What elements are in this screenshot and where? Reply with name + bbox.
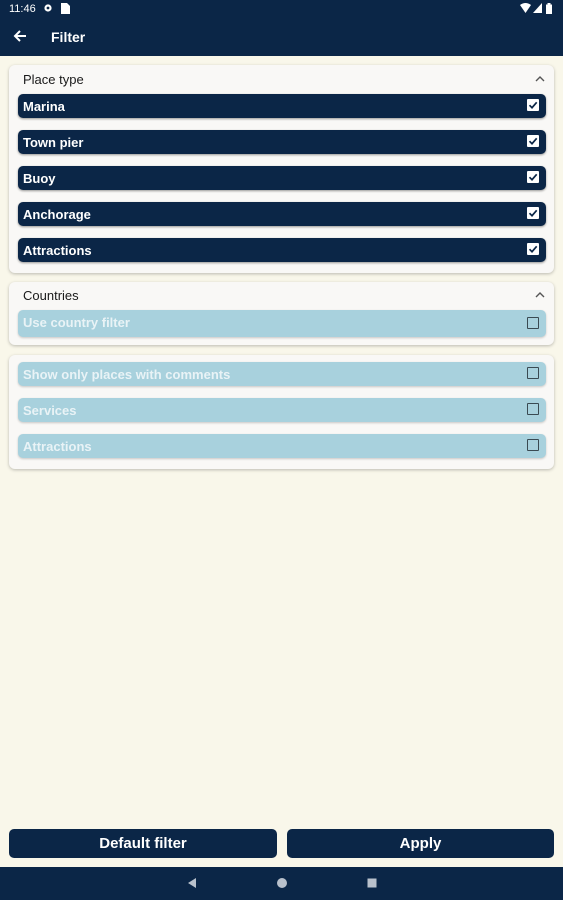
- checkbox-checked-icon[interactable]: [527, 243, 539, 255]
- place-type-card: Place type Marina Town pier Buoy Anchora…: [9, 65, 554, 273]
- place-type-town-pier-row[interactable]: Town pier: [18, 130, 546, 154]
- checkbox-checked-icon[interactable]: [527, 171, 539, 183]
- sim-card-icon: [61, 3, 70, 14]
- place-type-buoy-row[interactable]: Buoy: [18, 166, 546, 190]
- row-label: Services: [23, 403, 77, 418]
- navigation-bar: [0, 867, 563, 900]
- status-time: 11:46: [9, 3, 36, 15]
- battery-icon: [546, 3, 552, 14]
- checkbox-unchecked-icon[interactable]: [527, 439, 539, 451]
- signal-icon: [533, 3, 542, 13]
- nav-recents-icon[interactable]: [366, 877, 378, 889]
- checkbox-checked-icon[interactable]: [527, 99, 539, 111]
- checkbox-unchecked-icon[interactable]: [527, 403, 539, 415]
- place-type-anchorage-row[interactable]: Anchorage: [18, 202, 546, 226]
- checkbox-unchecked-icon[interactable]: [527, 317, 539, 329]
- place-type-title: Place type: [23, 72, 84, 87]
- row-label: Use country filter: [23, 315, 130, 330]
- nav-back-icon[interactable]: [186, 877, 198, 889]
- row-label: Attractions: [23, 439, 92, 454]
- countries-card: Countries Use country filter: [9, 282, 554, 345]
- countries-title: Countries: [23, 288, 79, 303]
- default-filter-button[interactable]: Default filter: [9, 829, 277, 858]
- row-label: Anchorage: [23, 207, 91, 222]
- options-card: Show only places with comments Services …: [9, 355, 554, 469]
- chevron-up-icon[interactable]: [535, 290, 545, 300]
- wifi-icon: [520, 3, 531, 13]
- checkbox-checked-icon[interactable]: [527, 207, 539, 219]
- apply-button[interactable]: Apply: [287, 829, 554, 858]
- settings-gear-icon: [44, 4, 52, 12]
- place-type-attractions-row[interactable]: Attractions: [18, 238, 546, 262]
- app-bar: Filter: [0, 18, 563, 56]
- status-bar: 11:46: [0, 0, 563, 18]
- row-label: Show only places with comments: [23, 367, 231, 382]
- checkbox-checked-icon[interactable]: [527, 135, 539, 147]
- row-label: Buoy: [23, 171, 56, 186]
- use-country-filter-row[interactable]: Use country filter: [18, 310, 546, 337]
- page-title: Filter: [51, 29, 86, 45]
- show-comments-row[interactable]: Show only places with comments: [18, 362, 546, 386]
- attractions-row[interactable]: Attractions: [18, 434, 546, 458]
- checkbox-unchecked-icon[interactable]: [527, 367, 539, 379]
- nav-home-icon[interactable]: [276, 877, 288, 889]
- row-label: Town pier: [23, 135, 84, 150]
- row-label: Attractions: [23, 243, 92, 258]
- row-label: Marina: [23, 99, 65, 114]
- chevron-up-icon[interactable]: [535, 74, 545, 84]
- arrow-left-icon[interactable]: [10, 26, 30, 46]
- place-type-marina-row[interactable]: Marina: [18, 94, 546, 118]
- services-row[interactable]: Services: [18, 398, 546, 422]
